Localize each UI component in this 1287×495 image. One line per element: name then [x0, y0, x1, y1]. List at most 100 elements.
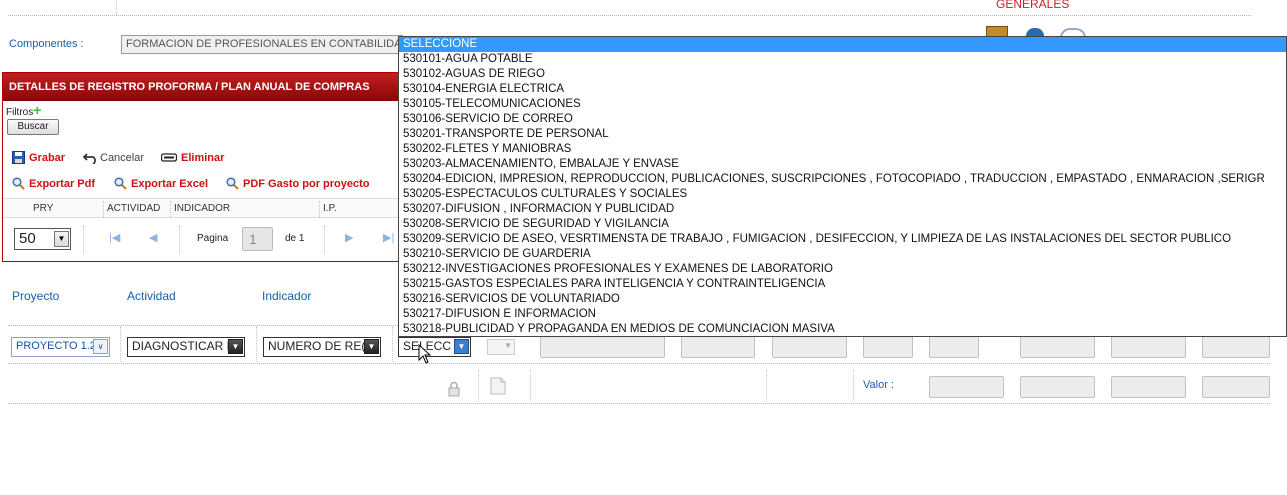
pager: 50 ▼ |◀ ◀ Pagina 1 de 1 ▶ ▶| — [3, 221, 398, 257]
dropdown-option[interactable]: 530102-AGUAS DE RIEGO — [399, 67, 1286, 82]
dropdown-option[interactable]: 530205-ESPECTACULOS CULTURALES Y SOCIALE… — [399, 187, 1286, 202]
detail-field[interactable] — [540, 336, 665, 358]
next-page-icon[interactable]: ▶ — [345, 231, 353, 244]
exportar-excel-button[interactable]: Exportar Excel — [114, 177, 208, 190]
col-indicador[interactable]: INDICADOR — [174, 203, 230, 214]
valor-label: Valor : — [863, 379, 894, 391]
eliminar-label: Eliminar — [181, 151, 225, 164]
grabar-label: Grabar — [29, 151, 66, 164]
dropdown-option[interactable]: 530212-INVESTIGACIONES PROFESIONALES Y E… — [399, 262, 1286, 277]
last-page-icon[interactable]: ▶| — [383, 231, 394, 244]
dropdown-option[interactable]: 530106-SERVICIO DE CORREO — [399, 112, 1286, 127]
detail-field[interactable] — [863, 336, 913, 358]
page-number-input[interactable]: 1 — [242, 227, 273, 251]
lock-icon[interactable] — [447, 381, 461, 397]
mouse-cursor-icon — [418, 344, 432, 364]
exportar-pdf-button[interactable]: Exportar Pdf — [12, 177, 95, 190]
indicador-label: Indicador — [262, 289, 312, 303]
valor-field[interactable] — [929, 376, 1004, 398]
dropdown-option[interactable]: 530207-DIFUSION , INFORMACION Y PUBLICID… — [399, 202, 1286, 217]
divider — [256, 326, 257, 362]
grid-header: PRY ACTIVIDAD INDICADOR I.P. — [3, 198, 398, 218]
dropdown-option[interactable]: 530204-EDICION, IMPRESION, REPRODUCCION,… — [399, 172, 1286, 187]
grabar-button[interactable]: Grabar — [12, 151, 65, 164]
prev-page-icon[interactable]: ◀ — [149, 231, 157, 244]
divider — [853, 370, 854, 402]
proyecto-label: Proyecto — [12, 289, 60, 303]
delete-icon — [160, 151, 178, 164]
secondary-select[interactable]: ▼ — [487, 339, 515, 355]
panel-title: DETALLES DE REGISTRO PROFORMA / PLAN ANU… — [3, 73, 398, 101]
dropdown-option[interactable]: 530218-PUBLICIDAD Y PROPAGANDA EN MEDIOS… — [399, 322, 1286, 336]
actividad-select[interactable]: DIAGNOSTICAR L ▼ — [127, 337, 245, 357]
divider — [8, 363, 1270, 364]
divider — [8, 15, 1251, 16]
dropdown-option[interactable]: 530209-SERVICIO DE ASEO, VESRTIMENSTA DE… — [399, 232, 1286, 247]
detail-field[interactable] — [1202, 336, 1270, 358]
detail-field[interactable] — [681, 336, 755, 358]
chevron-down-icon: ▼ — [454, 339, 469, 354]
chevron-down-icon: ▼ — [228, 339, 243, 354]
detail-field[interactable] — [1111, 336, 1186, 358]
filtros-label: Filtros — [6, 107, 34, 118]
page-size-value: 50 — [19, 230, 36, 247]
dropdown-option[interactable]: 530202-FLETES Y MANIOBRAS — [399, 142, 1286, 157]
valor-field[interactable] — [1202, 376, 1270, 398]
valor-field[interactable] — [1111, 376, 1186, 398]
col-actividad[interactable]: ACTIVIDAD — [107, 203, 160, 214]
pdf-gasto-button[interactable]: PDF Gasto por proyecto — [226, 177, 370, 190]
generales-label: GENERALES — [996, 0, 1070, 11]
divider — [8, 403, 1270, 404]
page-size-select[interactable]: 50 ▼ — [14, 228, 71, 250]
divider — [766, 370, 767, 402]
dropdown-option[interactable]: 530216-SERVICIOS DE VOLUNTARIADO — [399, 292, 1286, 307]
detail-field[interactable] — [772, 336, 847, 358]
detail-field[interactable] — [1020, 336, 1095, 358]
chevron-down-icon: ▼ — [364, 339, 379, 354]
cancelar-label: Cancelar — [100, 151, 145, 164]
divider — [530, 370, 531, 402]
proyecto-select[interactable]: PROYECTO 1.2 ∨ — [11, 337, 110, 357]
eliminar-button[interactable]: Eliminar — [160, 151, 225, 164]
col-pry[interactable]: PRY — [33, 203, 53, 214]
magnifier-icon — [114, 177, 127, 190]
col-ip[interactable]: I.P. — [323, 203, 337, 214]
cancelar-button[interactable]: Cancelar — [82, 151, 145, 165]
detail-field[interactable] — [929, 336, 979, 358]
document-icon[interactable] — [490, 377, 506, 395]
divider — [392, 326, 393, 362]
pagina-label: Pagina — [197, 233, 229, 244]
divider — [478, 370, 479, 402]
dropdown-option[interactable]: 530210-SERVICIO DE GUARDERIA — [399, 247, 1286, 262]
chevron-down-icon: ▼ — [504, 341, 512, 350]
dropdown-option[interactable]: 530208-SERVICIO DE SEGURIDAD Y VIGILANCI… — [399, 217, 1286, 232]
dropdown-option[interactable]: 530217-DIFUSION E INFORMACION — [399, 307, 1286, 322]
item-dropdown-list[interactable]: SELECCIONE 530101-AGUA POTABLE 530102-AG… — [398, 36, 1287, 337]
dropdown-option[interactable]: 530105-TELECOMUNICACIONES — [399, 97, 1286, 112]
chevron-down-icon: ▼ — [54, 231, 69, 247]
add-filter-icon[interactable]: + — [33, 102, 41, 118]
dropdown-option-selected[interactable]: SELECCIONE — [399, 37, 1286, 52]
proyecto-value: PROYECTO 1.2 — [16, 340, 96, 352]
buscar-button[interactable]: Buscar — [7, 119, 59, 135]
divider — [116, 0, 117, 15]
valor-field[interactable] — [1020, 376, 1095, 398]
componentes-select[interactable]: FORMACION DE PROFESIONALES EN CONTABILID… — [121, 35, 403, 54]
first-page-icon[interactable]: |◀ — [109, 231, 120, 244]
dropdown-option[interactable]: 530203-ALMACENAMIENTO, EMBALAJE Y ENVASE — [399, 157, 1286, 172]
chevron-down-icon: ∨ — [93, 339, 108, 354]
details-panel: DETALLES DE REGISTRO PROFORMA / PLAN ANU… — [2, 72, 399, 262]
dropdown-option[interactable]: 530215-GASTOS ESPECIALES PARA INTELIGENC… — [399, 277, 1286, 292]
actividad-label: Actividad — [127, 289, 176, 303]
indicador-select[interactable]: NUMERO DE RE( ▼ — [263, 337, 381, 357]
save-icon — [12, 151, 25, 164]
dropdown-option[interactable]: 530101-AGUA POTABLE — [399, 52, 1286, 67]
exportar-excel-label: Exportar Excel — [131, 177, 209, 190]
item-select[interactable]: SELECC ▼ — [398, 337, 471, 357]
dropdown-option[interactable]: 530104-ENERGIA ELECTRICA — [399, 82, 1286, 97]
filtros-toggle[interactable]: Filtros+ — [6, 102, 41, 118]
componentes-value: FORMACION DE PROFESIONALES EN CONTABILID… — [126, 38, 403, 50]
exportar-pdf-label: Exportar Pdf — [29, 177, 96, 190]
indicador-value: NUMERO DE RE( — [268, 339, 366, 353]
dropdown-option[interactable]: 530201-TRANSPORTE DE PERSONAL — [399, 127, 1286, 142]
